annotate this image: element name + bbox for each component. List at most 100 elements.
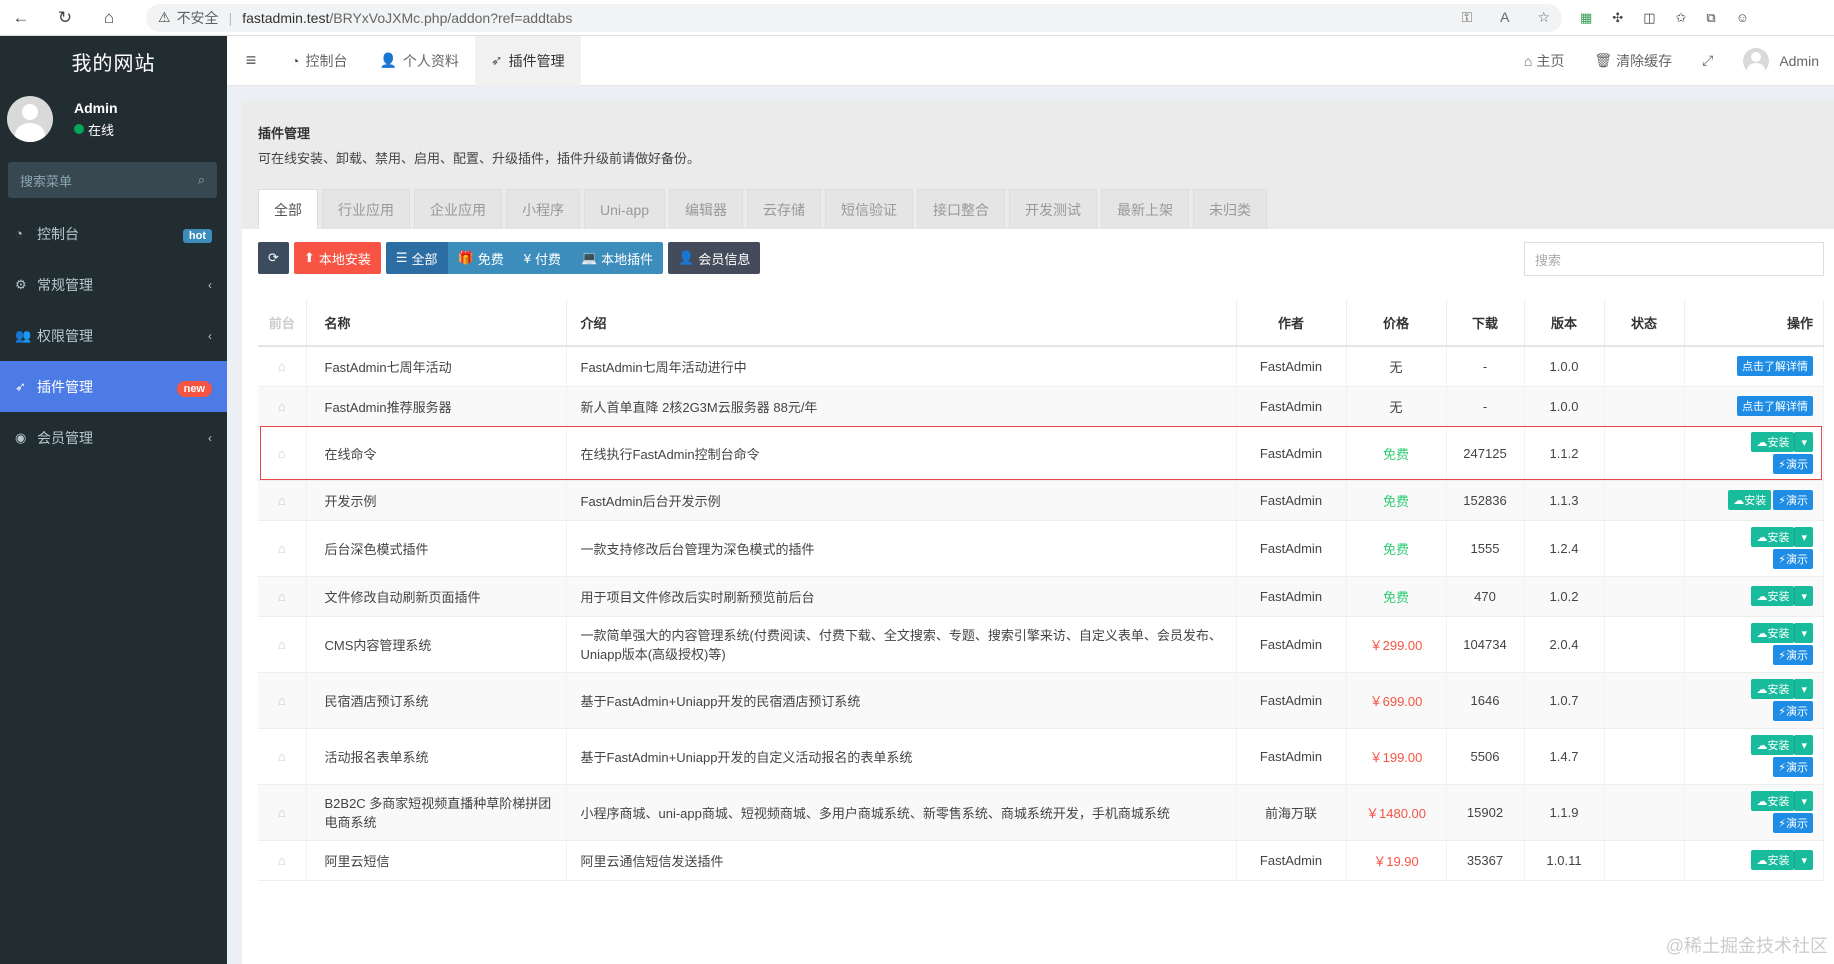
member-info-button[interactable]: 👤 会员信息 [668,242,761,274]
favorites-icon[interactable]: ✩ [1676,10,1687,26]
install-dropdown-button[interactable]: ▾ [1794,679,1813,699]
local-install-button[interactable]: ⬆ 本地安装 [293,242,381,274]
addon-name[interactable]: 活动报名表单系统 [306,728,567,785]
addon-name[interactable]: 阿里云短信 [306,840,567,881]
frontend-home-icon[interactable]: ⌂ [258,426,307,481]
install-dropdown-button[interactable]: ▾ [1794,623,1813,643]
category-tab[interactable]: 企业应用 [414,189,502,229]
sidebar-item-members[interactable]: ◉ 会员管理 ‹ [0,412,227,463]
category-tab[interactable]: Uni-app [584,189,666,229]
addon-author[interactable]: FastAdmin [1236,346,1347,387]
category-tab[interactable]: 开发测试 [1009,189,1098,229]
addon-author[interactable]: FastAdmin [1236,616,1347,673]
install-dropdown-button[interactable]: ▾ [1794,791,1813,811]
split-screen-icon[interactable]: ◫ [1643,10,1655,26]
addon-author[interactable]: FastAdmin [1236,576,1347,617]
frontend-home-icon[interactable]: ⌂ [258,576,307,617]
demo-button[interactable]: ⚡ 演示 [1773,549,1813,569]
frontend-home-icon[interactable]: ⌂ [258,616,307,673]
clear-cache-link[interactable]: 🗑 清除缓存 [1579,51,1687,71]
tab-profile[interactable]: 👤 个人资料 [363,36,474,86]
install-button[interactable]: ☁ 安装 [1751,623,1795,643]
category-tab[interactable]: 编辑器 [669,189,744,229]
back-icon[interactable]: ← [10,7,32,29]
home-link[interactable]: ⌂ 主页 [1509,51,1579,71]
addon-author[interactable]: FastAdmin [1236,426,1347,481]
collections-icon[interactable]: ⧉ [1706,10,1715,26]
col-header-name[interactable]: 名称 [306,300,567,347]
category-tab[interactable]: 云存储 [747,189,822,229]
install-button[interactable]: ☁ 安装 [1751,527,1795,547]
frontend-home-icon[interactable]: ⌂ [258,520,307,577]
addon-name[interactable]: 在线命令 [306,426,567,481]
install-dropdown-button[interactable]: ▾ [1794,735,1813,755]
detail-button[interactable]: 点击了解详情 [1737,356,1813,377]
home-icon[interactable]: ⌂ [98,7,120,29]
install-dropdown-button[interactable]: ▾ [1794,586,1813,606]
refresh-button[interactable]: ⟳ [258,242,289,274]
demo-button[interactable]: ⚡ 演示 [1773,454,1813,474]
search-input[interactable]: 搜索 [1524,242,1824,276]
install-button[interactable]: ☁ 安装 [1751,679,1795,699]
sidebar-item-auth[interactable]: 👥 权限管理 ‹ [0,310,227,361]
frontend-home-icon[interactable]: ⌂ [258,784,307,841]
col-header-price[interactable]: 价格 [1346,300,1447,347]
search-icon[interactable]: ⌕ [198,172,205,188]
address-bar[interactable]: ⚠ 不安全 | fastadmin.test /BRYxVoJXMc.php/a… [146,3,1562,32]
category-tab[interactable]: 最新上架 [1101,189,1190,229]
category-tab[interactable]: 行业应用 [322,189,410,229]
site-logo[interactable]: 我的网站 [0,36,227,86]
admin-menu[interactable]: Admin [1728,47,1834,74]
demo-button[interactable]: ⚡ 演示 [1773,813,1813,833]
addon-name[interactable]: FastAdmin七周年活动 [306,346,567,387]
sidebar-item-dashboard[interactable]: ◔ 控制台 hot [0,208,227,259]
extension-grid-icon[interactable]: ▦ [1580,10,1592,26]
profile-icon[interactable]: ☺ [1736,10,1749,26]
install-button[interactable]: ☁ 安装 [1751,735,1795,755]
reload-icon[interactable]: ↻ [54,7,76,29]
frontend-home-icon[interactable]: ⌂ [258,840,307,881]
addon-name[interactable]: 后台深色模式插件 [306,520,567,577]
addon-author[interactable]: FastAdmin [1236,840,1347,881]
addon-name[interactable]: 开发示例 [306,480,567,521]
extensions-puzzle-icon[interactable]: ✣ [1612,10,1623,26]
install-button[interactable]: ☁ 安装 [1751,850,1795,870]
frontend-home-icon[interactable]: ⌂ [258,346,307,387]
tab-addons[interactable]: ➶ 插件管理 [474,35,581,86]
frontend-home-icon[interactable]: ⌂ [258,480,307,521]
addon-author[interactable]: 前海万联 [1236,784,1347,841]
tab-dashboard[interactable]: ◔ 控制台 [275,36,363,86]
key-icon[interactable]: ⚿ [1461,9,1472,26]
addon-author[interactable]: FastAdmin [1236,728,1347,785]
demo-button[interactable]: ⚡ 演示 [1773,645,1813,665]
install-button[interactable]: ☁ 安装 [1751,432,1795,452]
addon-name[interactable]: CMS内容管理系统 [306,616,567,673]
install-button[interactable]: ☁ 安装 [1751,586,1795,606]
sidebar-item-general[interactable]: ⚙ 常规管理 ‹ [0,259,227,310]
detail-button[interactable]: 点击了解详情 [1737,396,1813,416]
addon-author[interactable]: FastAdmin [1236,520,1347,577]
favorite-star-icon[interactable]: ☆ [1537,9,1550,26]
install-button[interactable]: ☁ 安装 [1751,791,1795,811]
addon-author[interactable]: FastAdmin [1236,672,1347,729]
addon-name[interactable]: 文件修改自动刷新页面插件 [306,576,567,617]
install-dropdown-button[interactable]: ▾ [1794,432,1813,452]
category-tab[interactable]: 短信验证 [825,189,914,229]
col-header-frontend[interactable]: 前台 [258,300,307,347]
category-tab[interactable]: 全部 [258,189,318,229]
frontend-home-icon[interactable]: ⌂ [258,728,307,785]
category-tab[interactable]: 小程序 [506,189,580,229]
demo-button[interactable]: ⚡ 演示 [1773,701,1813,721]
fullscreen-icon[interactable]: ⤢ [1687,52,1728,69]
filter-paid-button[interactable]: ¥ 付费 [513,242,571,274]
filter-all-button[interactable]: ☰ 全部 [385,242,448,274]
addon-name[interactable]: B2B2C 多商家短视频直播种草阶梯拼团电商系统 [306,784,567,841]
read-aloud-icon[interactable]: A [1500,9,1509,26]
demo-button[interactable]: ⚡ 演示 [1773,757,1813,777]
category-tab[interactable]: 接口整合 [917,189,1006,229]
addon-name[interactable]: FastAdmin推荐服务器 [306,386,567,427]
category-tab[interactable]: 未归类 [1193,189,1268,229]
addon-author[interactable]: FastAdmin [1236,386,1347,427]
col-header-downloads[interactable]: 下载 [1446,300,1525,347]
menu-toggle-icon[interactable]: ≡ [227,36,275,86]
